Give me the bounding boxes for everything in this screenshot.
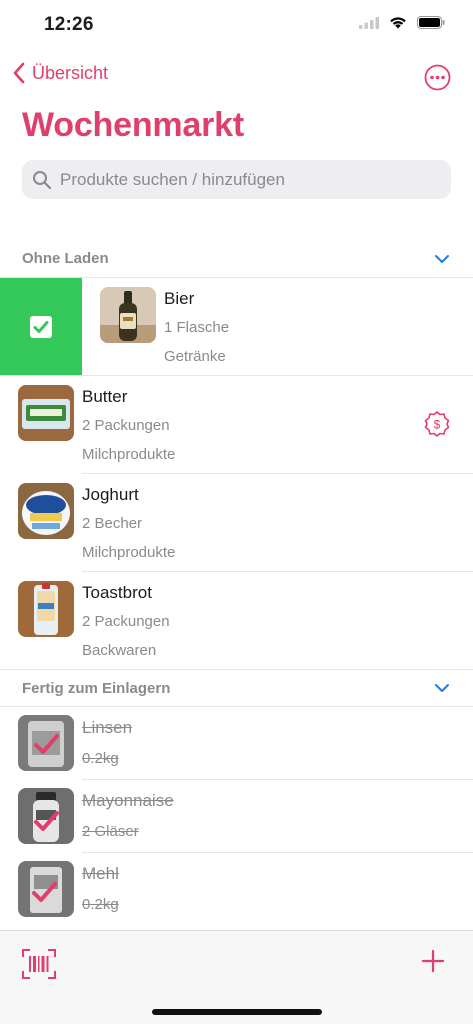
list-item[interactable]: Mehl 0.2kg xyxy=(0,853,473,926)
item-info: Linsen 0.2kg xyxy=(82,717,132,769)
list-item[interactable]: Butter 2 Packungen Milchprodukte $ xyxy=(0,376,473,474)
chevron-down-icon[interactable] xyxy=(433,679,451,697)
svg-text:$: $ xyxy=(434,418,441,432)
item-category: Milchprodukte xyxy=(82,446,176,463)
cellular-signal-icon xyxy=(359,16,379,29)
price-tag-icon[interactable]: $ xyxy=(423,410,451,438)
section-header-ohne-laden: Ohne Laden xyxy=(0,240,473,278)
search-bar[interactable] xyxy=(22,160,451,199)
lentils-photo xyxy=(18,715,74,771)
item-quantity: 0.2kg xyxy=(82,750,119,767)
status-time: 12:26 xyxy=(44,14,94,35)
chevron-down-icon[interactable] xyxy=(433,250,451,268)
item-category: Milchprodukte xyxy=(82,544,176,561)
item-quantity: 2 Packungen xyxy=(82,417,170,434)
item-info: Mehl 0.2kg xyxy=(82,863,119,915)
item-info: Mayonnaise 2 Gläser xyxy=(82,790,174,842)
section-header-fertig-zum-einlagern: Fertig zum Einlagern xyxy=(0,669,473,707)
home-indicator xyxy=(152,1009,322,1015)
back-button-label: Übersicht xyxy=(32,62,109,83)
item-info: Joghurt 2 Becher Milchprodukte xyxy=(82,484,175,563)
yogurt-photo xyxy=(18,483,74,539)
list-item[interactable]: Toastbrot 2 Packungen Backwaren xyxy=(0,572,473,670)
item-category: Backwaren xyxy=(82,642,157,659)
item-info: Bier 1 Flasche Getränke xyxy=(164,288,229,367)
item-name: Mehl xyxy=(82,864,119,883)
list-item[interactable]: Joghurt 2 Becher Milchprodukte xyxy=(0,474,473,572)
mark-done-button[interactable] xyxy=(0,278,82,375)
item-quantity: 0.2kg xyxy=(82,896,119,913)
item-quantity: 2 Gläser xyxy=(82,823,139,840)
item-name: Bier xyxy=(164,289,195,308)
item-name: Mayonnaise xyxy=(82,791,174,810)
item-name: Toastbrot xyxy=(82,583,152,602)
status-bar: 12:26 xyxy=(0,0,473,54)
add-icon[interactable] xyxy=(421,949,445,973)
item-category: Getränke xyxy=(164,348,226,365)
section-title: Fertig zum Einlagern xyxy=(22,679,171,697)
mayonnaise-photo xyxy=(18,788,74,844)
navigation-bar: Übersicht xyxy=(0,58,473,98)
battery-icon xyxy=(417,16,445,29)
search-input[interactable] xyxy=(60,169,440,190)
butter-photo xyxy=(18,385,74,441)
bottom-toolbar xyxy=(0,930,473,1024)
checkbox-icon xyxy=(30,315,52,338)
list-item[interactable]: Linsen 0.2kg xyxy=(0,707,473,780)
wifi-icon xyxy=(390,17,406,29)
item-quantity: 2 Packungen xyxy=(82,613,170,630)
chevron-left-icon xyxy=(13,62,25,84)
list-item[interactable]: Mayonnaise 2 Gläser xyxy=(0,780,473,853)
item-info: Butter 2 Packungen Milchprodukte xyxy=(82,386,175,465)
beer-bottle-photo xyxy=(100,287,156,343)
item-name: Joghurt xyxy=(82,485,139,504)
list-item[interactable]: Bier 1 Flasche Getränke xyxy=(0,278,473,376)
checkmark-icon xyxy=(33,320,49,333)
search-icon xyxy=(33,170,52,189)
toast-bread-photo xyxy=(18,581,74,637)
item-name: Butter xyxy=(82,387,128,406)
item-name: Linsen xyxy=(82,718,133,737)
back-button[interactable]: Übersicht xyxy=(12,62,108,84)
section-title: Ohne Laden xyxy=(22,250,109,267)
item-quantity: 1 Flasche xyxy=(164,319,230,336)
item-quantity: 2 Becher xyxy=(82,515,143,532)
page-title: Wochenmarkt xyxy=(22,106,245,144)
barcode-scanner-icon[interactable] xyxy=(22,949,56,979)
item-info: Toastbrot 2 Packungen Backwaren xyxy=(82,582,170,661)
status-icons xyxy=(359,16,445,29)
more-options-icon[interactable] xyxy=(424,64,451,91)
flour-photo xyxy=(18,861,74,917)
